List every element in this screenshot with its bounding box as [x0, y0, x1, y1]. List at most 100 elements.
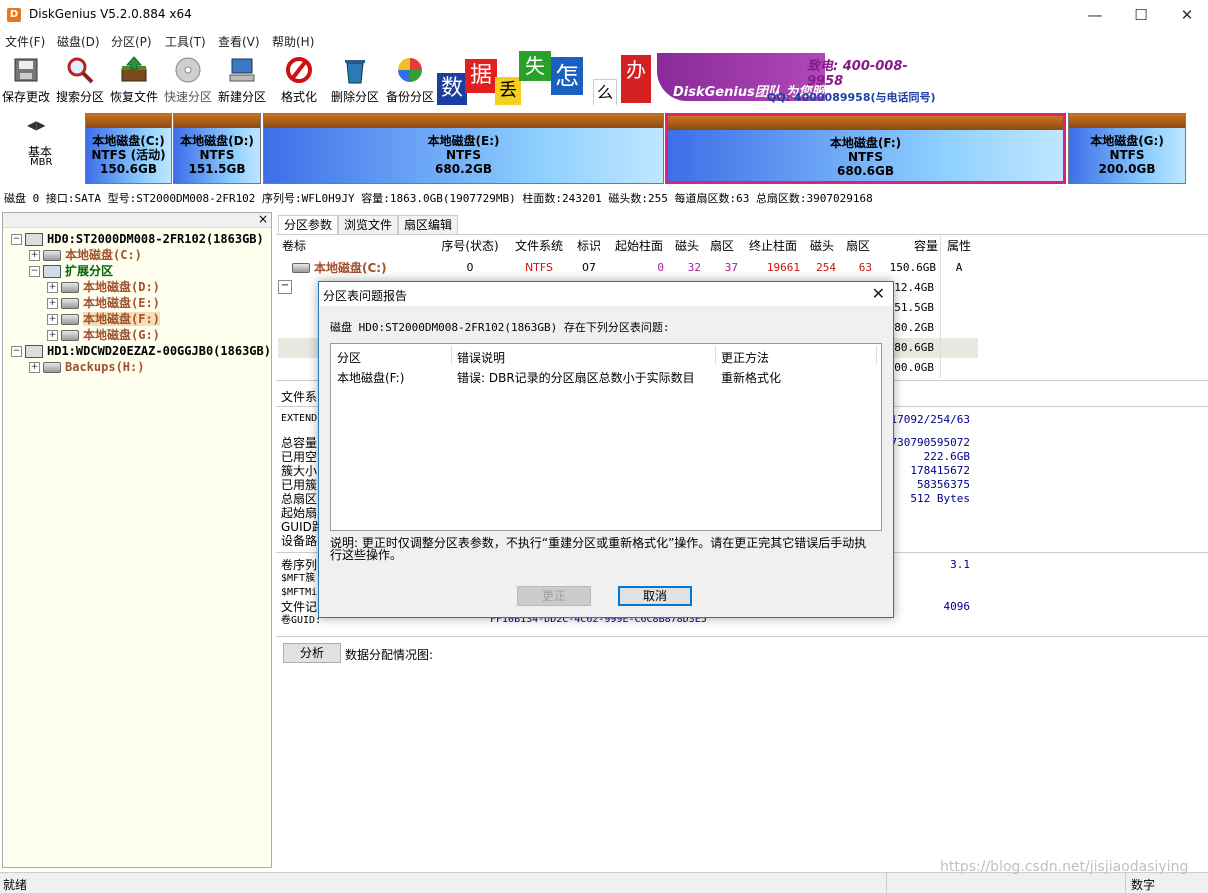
table-row[interactable]: 本地磁盘(C:) 0 NTFS 07 0 32 37 19661 254 63 …: [278, 258, 978, 278]
menu-tools[interactable]: 工具(T): [165, 33, 206, 50]
tree-node-backups[interactable]: + Backups(H:): [29, 359, 144, 375]
partition-block-e[interactable]: 本地磁盘(E:) NTFS 680.2GB: [263, 113, 664, 184]
maximize-button[interactable]: ☐: [1118, 0, 1164, 31]
partition-size: 151.5GB: [188, 162, 246, 176]
banner-phone: 致电: 400-008-9958: [807, 59, 908, 89]
partition-fs: NTFS: [445, 148, 482, 162]
num-lock-indicator: 数字: [1131, 878, 1156, 892]
partition-icon: [43, 250, 61, 261]
banner-char: 失: [519, 51, 551, 81]
menu-view[interactable]: 查看(V): [218, 33, 260, 50]
menu-bar: 文件(F) 磁盘(D) 分区(P) 工具(T) 查看(V) 帮助(H): [0, 31, 1208, 51]
list-header-error: 错误说明: [457, 351, 506, 365]
search-partition-button[interactable]: 搜索分区: [53, 53, 107, 105]
pane-close-icon[interactable]: ×: [258, 212, 268, 226]
tab-sector-edit[interactable]: 扇区编辑: [398, 215, 459, 234]
partition-fs: NTFS (活动): [91, 148, 166, 162]
disk-tree-pane: × − HD0:ST2000DM008-2FR102(1863GB) + 本地磁盘(…: [2, 212, 272, 868]
partition-block-c[interactable]: 本地磁盘(C:) NTFS (活动) 150.6GB: [85, 113, 172, 184]
col-capacity: 容量: [913, 239, 938, 253]
save-icon: [14, 58, 38, 82]
partition-name: 本地磁盘(E:): [427, 134, 500, 148]
menu-help[interactable]: 帮助(H): [272, 33, 314, 50]
detail-labels-block-2: 卷序列 $MFT簇 $MFTMi 文件记 卷GUID:: [281, 558, 322, 626]
partition-block-g[interactable]: 本地磁盘(G:) NTFS 200.0GB: [1068, 113, 1186, 184]
detail-label: 文件系: [281, 390, 318, 404]
tree-node-f[interactable]: + 本地磁盘(F:): [47, 311, 160, 327]
dialog-close-icon[interactable]: ✕: [872, 284, 885, 303]
save-changes-button[interactable]: 保存更改: [0, 53, 53, 105]
delete-partition-icon: [345, 60, 365, 84]
backup-partition-button[interactable]: 备份分区: [383, 53, 437, 105]
col-end-head: 磁头: [809, 239, 834, 253]
app-icon: D: [7, 8, 21, 22]
partition-block-d[interactable]: 本地磁盘(D:) NTFS 151.5GB: [173, 113, 261, 184]
partition-icon: [292, 263, 310, 273]
cancel-button[interactable]: 取消: [618, 586, 692, 606]
toolbar-label: 备份分区: [385, 90, 434, 104]
format-icon: [286, 57, 312, 83]
tree-node-g[interactable]: + 本地磁盘(G:): [47, 327, 160, 343]
new-partition-icon: [229, 58, 255, 82]
tree-node-hd1[interactable]: − HD1:WDCWD20EZAZ-00GGJB0(1863GB): [11, 343, 271, 359]
col-start-head: 磁头: [674, 239, 699, 253]
hard-disk-icon: [25, 233, 43, 246]
tree-node-d[interactable]: + 本地磁盘(D:): [47, 279, 160, 295]
partition-icon: [61, 282, 79, 293]
tree-node-c[interactable]: + 本地磁盘(C:): [29, 247, 142, 263]
partition-table-problem-dialog: 分区表问题报告 ✕ 磁盘 HD0:ST2000DM008-2FR102(1863…: [318, 281, 894, 618]
partition-icon: [61, 314, 79, 325]
partition-fs: NTFS: [1109, 148, 1145, 162]
menu-partition[interactable]: 分区(P): [111, 33, 152, 50]
tab-browse-files[interactable]: 浏览文件: [338, 215, 399, 234]
partition-size: 150.6GB: [100, 162, 157, 176]
banner-char: 怎: [551, 57, 583, 95]
recover-file-button[interactable]: 恢复文件: [107, 53, 161, 105]
col-seq: 序号(状态): [441, 239, 499, 253]
disk-info-line: 磁盘 0 接口:SATA 型号:ST2000DM008-2FR102 序列号:W…: [4, 192, 873, 205]
new-partition-button[interactable]: 新建分区: [215, 53, 269, 105]
partition-icon: [61, 330, 79, 341]
col-volume: 卷标: [282, 239, 307, 253]
analyze-button[interactable]: 分析: [283, 643, 341, 663]
minimize-button[interactable]: —: [1072, 0, 1118, 31]
list-item[interactable]: 本地磁盘(F:) 错误: DBR记录的分区扇区总数小于实际数目 重新格式化: [331, 368, 881, 386]
close-button[interactable]: ✕: [1164, 0, 1208, 31]
alloc-map-label: 数据分配情况图:: [345, 648, 434, 662]
partition-name: 本地磁盘(F:): [829, 136, 902, 150]
menu-disk[interactable]: 磁盘(D): [57, 33, 100, 50]
status-text: 就绪: [3, 878, 28, 892]
col-end-sec: 扇区: [845, 239, 870, 253]
menu-file[interactable]: 文件(F): [5, 33, 45, 50]
expand-toggle[interactable]: −: [278, 280, 292, 294]
partition-size: 680.6GB: [837, 164, 894, 178]
window-title: DiskGenius V5.2.0.884 x64: [29, 7, 192, 21]
col-start-cyl: 起始柱面: [614, 239, 663, 253]
tree-node-e[interactable]: + 本地磁盘(E:): [47, 295, 160, 311]
banner-char: 办: [621, 55, 651, 103]
tree-node-hd0[interactable]: − HD0:ST2000DM008-2FR102(1863GB): [11, 231, 264, 247]
nav-arrows[interactable]: ◀▶: [27, 118, 45, 132]
quick-partition-button[interactable]: 快速分区: [161, 53, 215, 105]
partition-table-header: 卷标 序号(状态) 文件系统 标识 起始柱面 磁头 扇区 终止柱面 磁头 扇区 …: [278, 236, 978, 256]
delete-partition-button[interactable]: 删除分区: [328, 53, 382, 105]
tree-node-extended[interactable]: − 扩展分区: [29, 263, 113, 279]
banner-char: 么: [593, 79, 617, 105]
tab-partition-params[interactable]: 分区参数: [278, 215, 339, 234]
list-header-partition: 分区: [337, 351, 362, 365]
partition-icon: [61, 298, 79, 309]
dialog-message: 磁盘 HD0:ST2000DM008-2FR102(1863GB) 存在下列分区…: [330, 321, 670, 334]
col-fs: 文件系统: [514, 239, 563, 253]
backup-partition-icon: [398, 58, 422, 82]
format-button[interactable]: 格式化: [272, 53, 326, 105]
detail-label: EXTEND: [281, 413, 318, 424]
ad-banner[interactable]: 数 据 丢 失 怎 么 办 DiskGenius团队 为您服务! 致电: 400…: [437, 51, 937, 105]
partition-block-f[interactable]: 本地磁盘(F:) NTFS 680.6GB: [665, 113, 1066, 184]
search-icon: [67, 57, 94, 84]
partition-name: 本地磁盘(C:): [92, 134, 165, 148]
fix-button[interactable]: 更正: [517, 586, 591, 606]
partition-size: 200.0GB: [1098, 162, 1156, 176]
dialog-title-bar: 分区表问题报告 ✕: [319, 282, 893, 306]
problem-list[interactable]: 分区 错误说明 更正方法 本地磁盘(F:) 错误: DBR记录的分区扇区总数小于…: [330, 343, 882, 531]
dialog-title: 分区表问题报告: [323, 289, 408, 303]
